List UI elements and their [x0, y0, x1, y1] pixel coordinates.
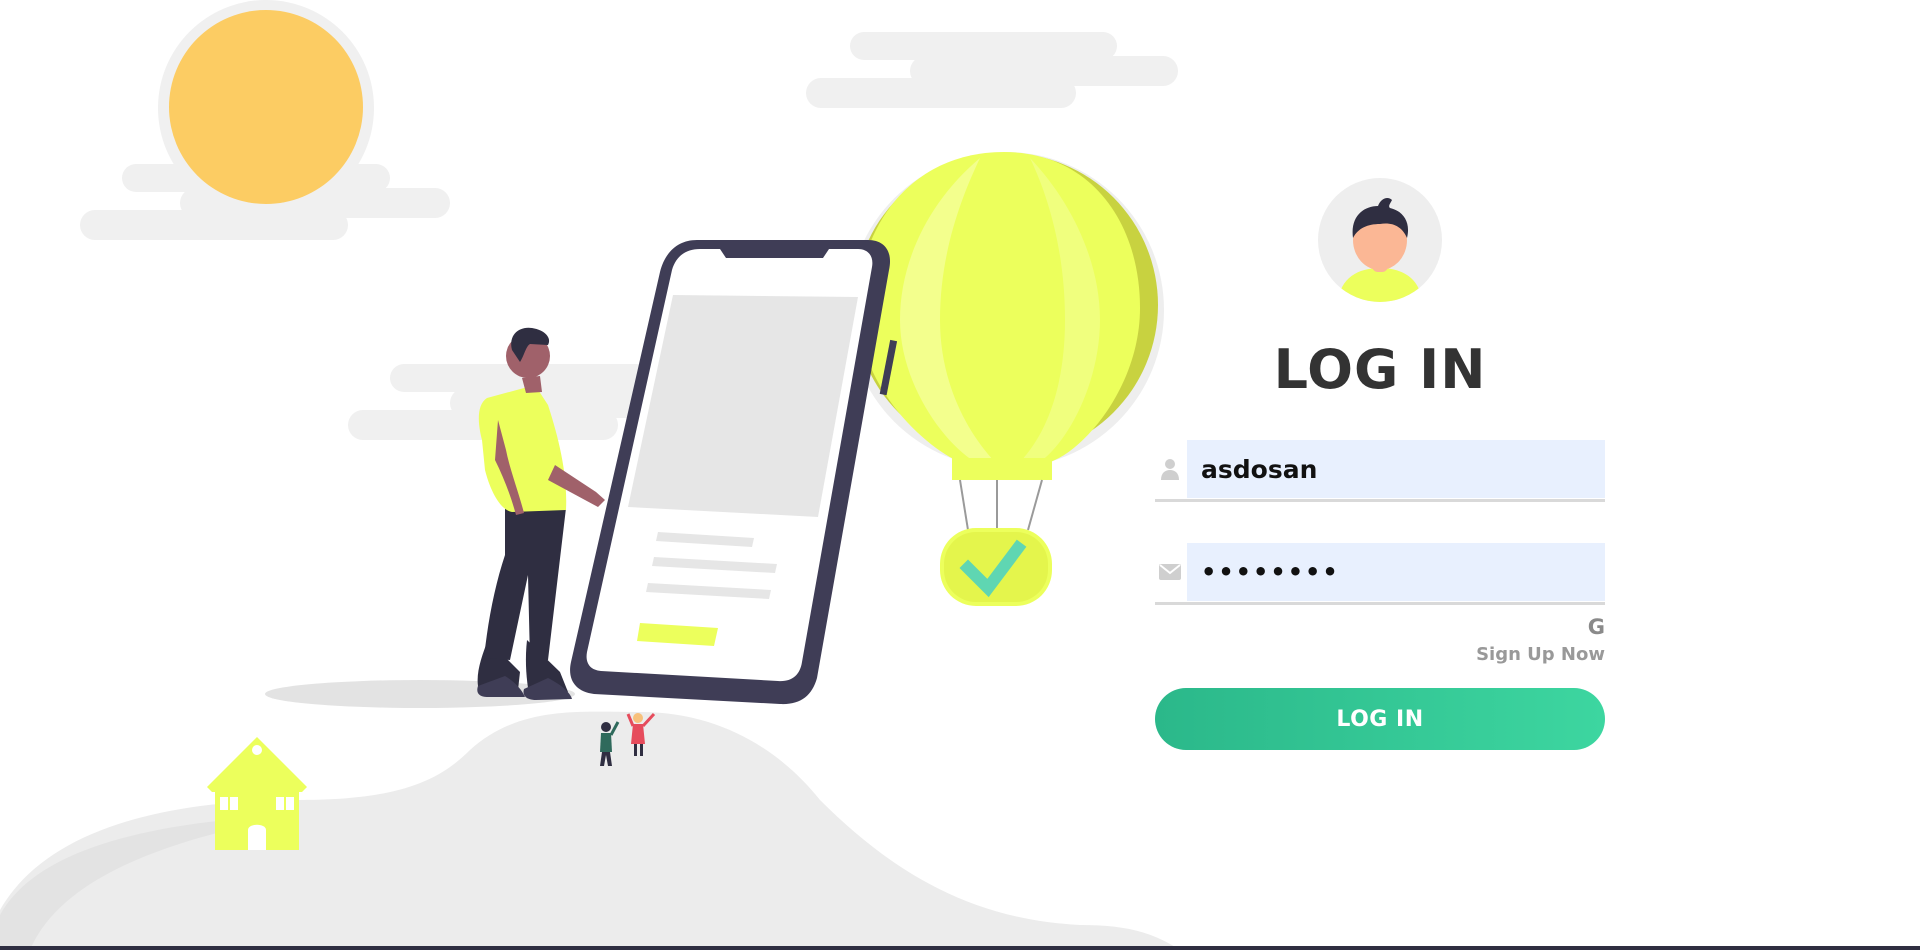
login-page: LOG IN G Sign Up Now LOG IN: [0, 0, 1920, 950]
user-icon: [1157, 454, 1183, 484]
illustration: [0, 0, 1920, 950]
sign-up-link[interactable]: Sign Up Now: [1476, 644, 1605, 665]
page-title: LOG IN: [1273, 338, 1487, 401]
sun: [158, 0, 374, 216]
password-input[interactable]: [1187, 543, 1605, 601]
google-login-link[interactable]: G: [1588, 615, 1605, 639]
hot-air-balloon: [848, 152, 1164, 606]
user-avatar-icon: [1318, 178, 1442, 302]
login-button[interactable]: LOG IN: [1155, 688, 1605, 750]
password-field-row: [1155, 543, 1605, 605]
username-field-row: [1155, 440, 1605, 502]
envelope-icon: [1157, 557, 1183, 587]
house: [207, 737, 307, 850]
cloud-top: [806, 32, 1178, 108]
phone: [570, 240, 898, 705]
username-input[interactable]: [1187, 440, 1605, 498]
